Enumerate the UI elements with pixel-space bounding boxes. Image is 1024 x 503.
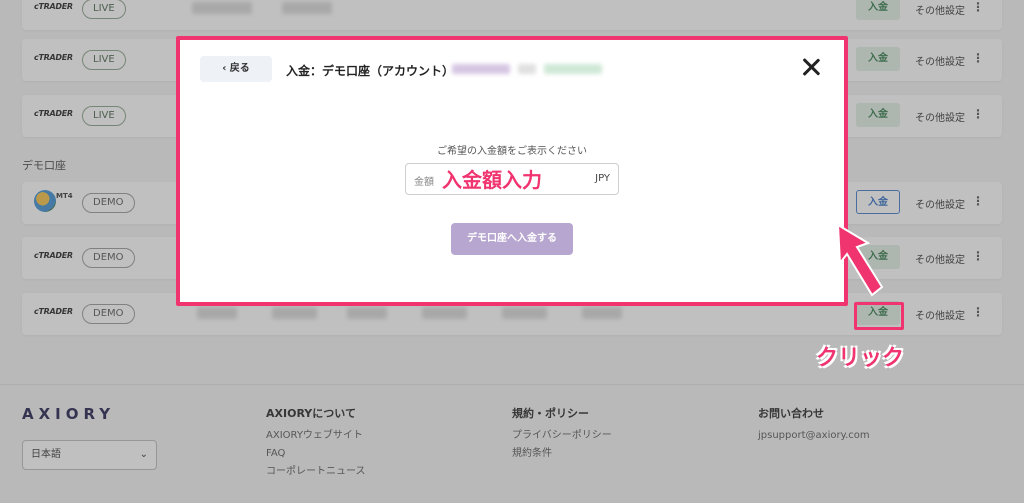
submit-deposit-button[interactable]: デモ口座へ入金する (451, 223, 573, 255)
click-annotation: クリック (816, 346, 905, 371)
highlight-box (854, 302, 904, 330)
amount-annotation: 入金額入力 (442, 168, 542, 192)
account-id-redacted (452, 62, 602, 76)
amount-prompt: ご希望の入金額をご表示ください (437, 146, 587, 157)
close-icon[interactable] (800, 56, 822, 78)
pointer-arrow-icon (836, 225, 884, 297)
back-button[interactable]: ‹ 戻る (200, 56, 272, 82)
deposit-modal: ‹ 戻る 入金：デモ口座（アカウント） ご希望の入金額をご表示ください 金額 入… (176, 36, 848, 306)
amount-placeholder: 金額 (414, 177, 434, 188)
currency-unit: JPY (595, 173, 610, 184)
amount-input[interactable]: 金額 入金額入力 JPY (405, 163, 619, 195)
modal-title: 入金：デモ口座（アカウント） (286, 64, 455, 78)
